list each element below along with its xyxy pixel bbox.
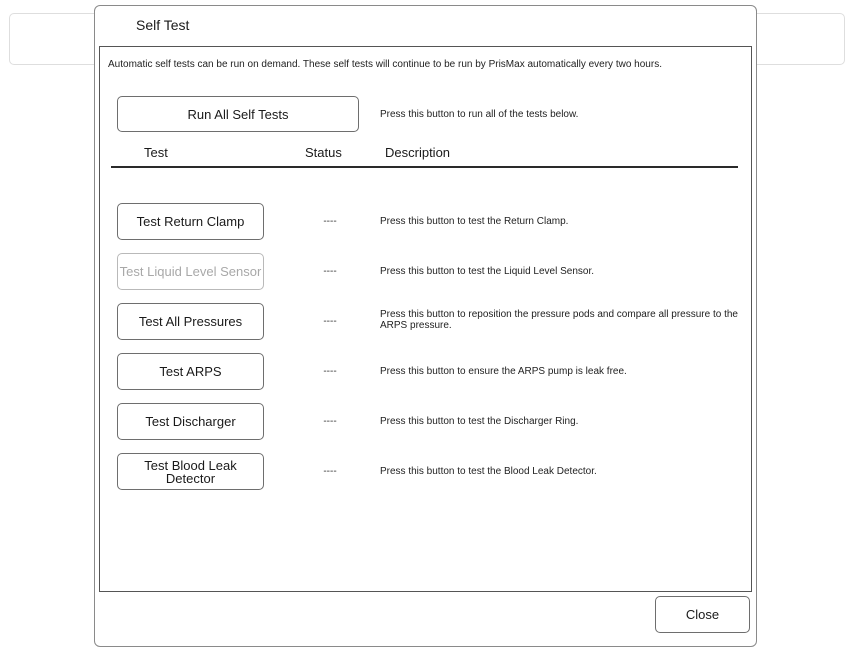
status-arps: ---- — [323, 366, 337, 377]
column-header-description: Description — [385, 145, 451, 160]
description-arps: Press this button to ensure the ARPS pum… — [380, 366, 627, 377]
test-return-clamp-button[interactable]: Test Return Clamp — [117, 203, 264, 240]
test-all-pressures-button[interactable]: Test All Pressures — [117, 303, 264, 340]
close-button[interactable]: Close — [655, 596, 750, 633]
dialog-title: Self Test — [136, 17, 190, 33]
description-liquid-level-sensor: Press this button to test the Liquid Lev… — [380, 266, 595, 277]
header-divider — [111, 166, 738, 168]
self-test-panel: Automatic self tests can be run on deman… — [99, 46, 752, 592]
test-blood-leak-detector-button[interactable]: Test Blood Leak Detector — [117, 453, 264, 490]
run-all-description: Press this button to run all of the test… — [380, 109, 579, 120]
description-discharger: Press this button to test the Discharger… — [380, 416, 579, 427]
test-discharger-button[interactable]: Test Discharger — [117, 403, 264, 440]
run-all-self-tests-button[interactable]: Run All Self Tests — [117, 96, 359, 132]
self-test-dialog: Self Test Automatic self tests can be ru… — [94, 5, 757, 647]
description-all-pressures: Press this button to reposition the pres… — [380, 309, 738, 331]
description-blood-leak-detector: Press this button to test the Blood Leak… — [380, 466, 597, 477]
status-liquid-level-sensor: ---- — [323, 266, 337, 277]
column-header-status: Status — [305, 145, 342, 160]
intro-text: Automatic self tests can be run on deman… — [108, 59, 662, 70]
status-blood-leak-detector: ---- — [323, 466, 337, 477]
status-all-pressures: ---- — [323, 316, 337, 327]
status-discharger: ---- — [323, 416, 337, 427]
status-return-clamp: ---- — [323, 216, 337, 227]
description-return-clamp: Press this button to test the Return Cla… — [380, 216, 569, 227]
column-header-test: Test — [144, 145, 168, 160]
test-liquid-level-sensor-button[interactable]: Test Liquid Level Sensor — [117, 253, 264, 290]
test-arps-button[interactable]: Test ARPS — [117, 353, 264, 390]
